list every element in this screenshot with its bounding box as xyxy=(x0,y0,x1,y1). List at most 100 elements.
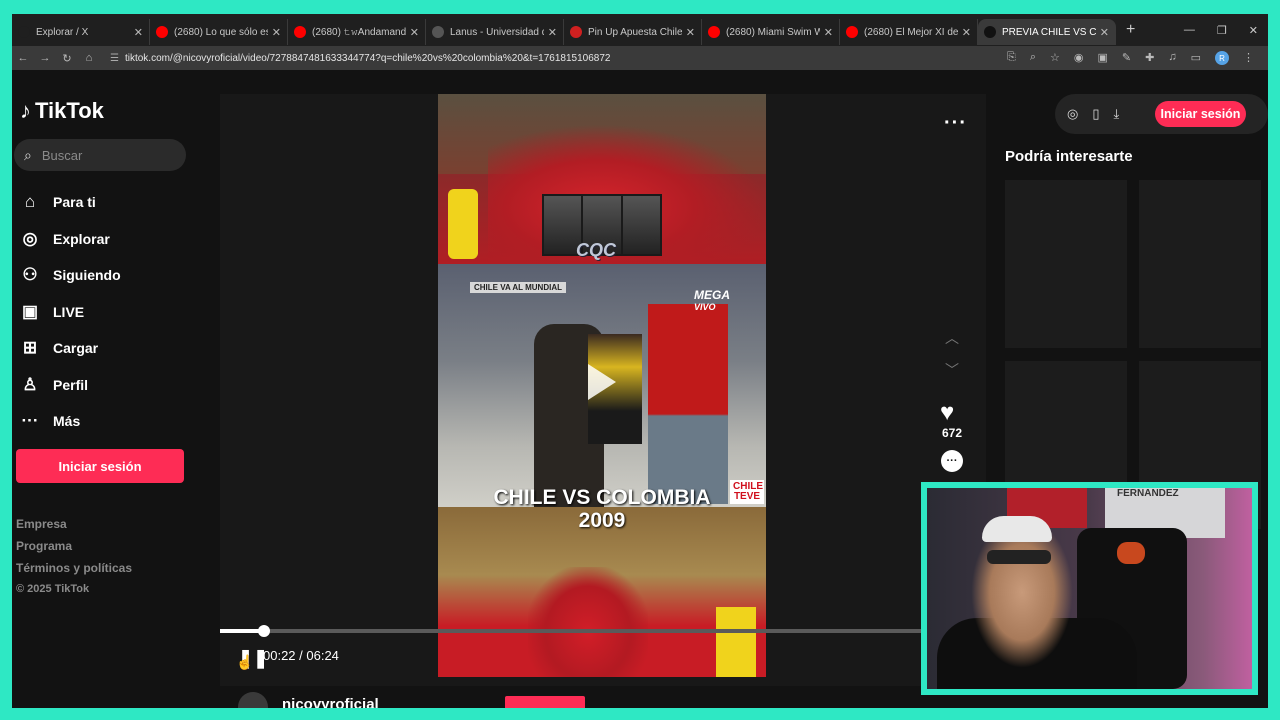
live-icon: ▣ xyxy=(21,301,39,321)
tab-title: (2680) El Mejor XI de la H xyxy=(864,26,958,38)
browser-tab[interactable]: PREVIA CHILE VS CO ✕ xyxy=(978,19,1116,45)
url-text: tiktok.com/@nicovyroficial/video/7278847… xyxy=(124,52,611,64)
sidebar-footer: Empresa Programa Términos y políticas © … xyxy=(16,517,132,605)
menu-kebab-icon[interactable]: ⋮ xyxy=(1243,51,1254,65)
sidebar-nav: ⌂ Para ti ◎ Explorar ⚇ Siguiendo ▣ LIVE ⊞ Cargar ♙… xyxy=(18,184,121,440)
tab-title: Lanus - Universidad de Ch xyxy=(450,26,544,38)
opponent-figure xyxy=(716,607,756,677)
browser-tab[interactable]: Pin Up Apuesta Chile ▶ L ✕ xyxy=(564,19,702,45)
tab-title: Explorar / X xyxy=(36,26,89,38)
opponent-figure xyxy=(448,189,478,259)
header-login-button[interactable]: Iniciar sesión xyxy=(1155,101,1246,127)
sidebar-item-label: Perfil xyxy=(53,376,89,393)
sidebar-item-label: Explorar xyxy=(53,230,110,247)
video-frame[interactable]: CQC CHILE VA AL MUNDIAL MEGA VIVO CHILE … xyxy=(438,94,766,677)
explore-compass-icon[interactable]: ◎ xyxy=(1067,106,1078,122)
follow-button[interactable] xyxy=(505,696,585,708)
video-progress-bar[interactable] xyxy=(220,625,986,637)
download-icon[interactable]: ⤓ xyxy=(1114,106,1120,122)
more-options-icon[interactable]: ··· xyxy=(944,112,967,135)
minimize-icon[interactable]: — xyxy=(1184,24,1195,36)
footer-link-empresa[interactable]: Empresa xyxy=(16,517,132,539)
footer-link-programa[interactable]: Programa xyxy=(16,539,132,561)
search-input[interactable]: ⌕ Buscar xyxy=(14,139,186,171)
tab-title: PREVIA CHILE VS CO xyxy=(1002,26,1096,38)
media-icon[interactable]: ♫ xyxy=(1168,51,1176,65)
progress-handle[interactable] xyxy=(257,625,270,637)
extension-icon[interactable]: ✎ xyxy=(1122,51,1131,65)
browser-tab[interactable]: (2680) El Mejor XI de la H ✕ xyxy=(840,19,978,45)
sidebar-item-explorar[interactable]: ◎ Explorar xyxy=(18,221,121,258)
browser-tab[interactable]: Explorar / X ✕ xyxy=(12,19,150,45)
reload-icon[interactable]: ↻ xyxy=(56,52,78,65)
close-tab-icon[interactable]: ✕ xyxy=(686,26,695,39)
recommendation-card[interactable] xyxy=(1005,180,1127,348)
sidebar-item-más[interactable]: ··· Más xyxy=(18,403,121,440)
close-tab-icon[interactable]: ✕ xyxy=(962,26,971,39)
sidebar-item-label: Cargar xyxy=(53,340,99,357)
browser-tab-bar: Explorar / X✕(2680) Lo que sólo escuch✕(… xyxy=(12,14,1268,46)
close-tab-icon[interactable]: ✕ xyxy=(824,26,833,39)
following-icon: ⚇ xyxy=(22,265,38,285)
url-field[interactable]: ☰ tiktok.com/@nicovyroficial/video/72788… xyxy=(110,48,1007,68)
maximize-icon[interactable]: ❐ xyxy=(1217,24,1227,37)
sidebar-login-button[interactable]: Iniciar sesión xyxy=(16,449,184,483)
close-tab-icon[interactable]: ✕ xyxy=(134,26,143,39)
home-icon: ⌂ xyxy=(24,192,36,212)
extension-icon[interactable]: ▣ xyxy=(1098,51,1108,65)
close-tab-icon[interactable]: ✕ xyxy=(410,26,419,39)
footer-link-terminos[interactable]: Términos y políticas xyxy=(16,561,132,583)
author-name[interactable]: nicovyroficial xyxy=(282,696,379,708)
install-icon[interactable]: ⎘ xyxy=(1007,51,1016,65)
recommendations-title: Podría interesarte xyxy=(1005,148,1133,165)
mega-text: MEGA xyxy=(694,288,730,302)
back-icon[interactable]: ← xyxy=(12,52,34,64)
sidebar-item-label: LIVE xyxy=(53,303,85,320)
youtube-icon xyxy=(708,26,720,38)
tab-strip: Explorar / X✕(2680) Lo que sólo escuch✕(… xyxy=(12,15,1116,45)
site-info-icon[interactable]: ☰ xyxy=(110,53,119,64)
mobile-app-icon[interactable]: ▯ xyxy=(1092,106,1099,122)
sidebar-item-label: Para ti xyxy=(53,194,96,211)
tab-title: Pin Up Apuesta Chile ▶ L xyxy=(588,26,682,38)
new-tab-button[interactable]: + xyxy=(1126,21,1135,39)
bookmark-star-icon[interactable]: ☆ xyxy=(1050,51,1060,65)
address-bar-actions: ⎘ ⌕ ☆ ◉ ▣ ✎ ✚ ♫ ▭ R ⋮ xyxy=(1007,51,1268,65)
browser-tab[interactable]: (2680) 𝚝𝚠Andamanda Wa ✕ xyxy=(288,19,426,45)
comment-icon[interactable]: ··· xyxy=(941,450,963,472)
sidebar-item-cargar[interactable]: ⊞ Cargar xyxy=(18,330,121,367)
sidebar-item-live[interactable]: ▣ LIVE xyxy=(18,294,121,331)
close-tab-icon[interactable]: ✕ xyxy=(1100,26,1109,39)
chevron-down-icon[interactable]: ﹀ xyxy=(945,360,959,380)
forward-icon[interactable]: → xyxy=(34,52,56,64)
puzzle-icon[interactable]: ✚ xyxy=(1145,51,1154,65)
news-banner: CHILE VA AL MUNDIAL xyxy=(470,282,566,293)
close-tab-icon[interactable]: ✕ xyxy=(548,26,557,39)
extension-icon[interactable]: ◉ xyxy=(1074,51,1084,65)
sidebar-item-perfil[interactable]: ♙ Perfil xyxy=(18,367,121,404)
recommendation-card[interactable] xyxy=(1139,180,1261,348)
home-button-icon[interactable]: ⌂ xyxy=(78,52,100,64)
tiktok-logo[interactable]: ♪ TikTok xyxy=(20,98,104,124)
browser-tab[interactable]: (2680) Lo que sólo escuch ✕ xyxy=(150,19,288,45)
sidebar-item-siguiendo[interactable]: ⚇ Siguiendo xyxy=(18,257,120,294)
close-window-icon[interactable]: ✕ xyxy=(1249,24,1258,37)
browser-tab[interactable]: (2680) Miami Swim Week ✕ xyxy=(702,19,840,45)
tab-title: (2680) Lo que sólo escuch xyxy=(174,26,268,38)
profile-avatar[interactable]: R xyxy=(1215,51,1229,65)
close-tab-icon[interactable]: ✕ xyxy=(272,26,281,39)
like-count: 672 xyxy=(941,426,963,440)
address-bar: ← → ↻ ⌂ ☰ tiktok.com/@nicovyroficial/vid… xyxy=(12,46,1268,70)
tab-title: (2680) Miami Swim Week xyxy=(726,26,820,38)
zoom-icon[interactable]: ⌕ xyxy=(1030,51,1036,65)
video-headline: CHILE VS COLOMBIA 2009 xyxy=(438,486,766,532)
browser-tab[interactable]: Lanus - Universidad de Ch ✕ xyxy=(426,19,564,45)
reading-list-icon[interactable]: ▭ xyxy=(1191,51,1201,65)
chevron-up-icon[interactable]: ︿ xyxy=(945,328,959,348)
compass-icon: ◎ xyxy=(22,228,38,248)
sidebar-item-para-ti[interactable]: ⌂ Para ti xyxy=(18,184,121,221)
play-icon[interactable] xyxy=(588,364,616,400)
author-avatar[interactable] xyxy=(238,692,268,708)
chile-tv-logo: CHILE TEVE xyxy=(730,480,764,504)
like-heart-icon[interactable]: ♥ xyxy=(940,399,954,427)
